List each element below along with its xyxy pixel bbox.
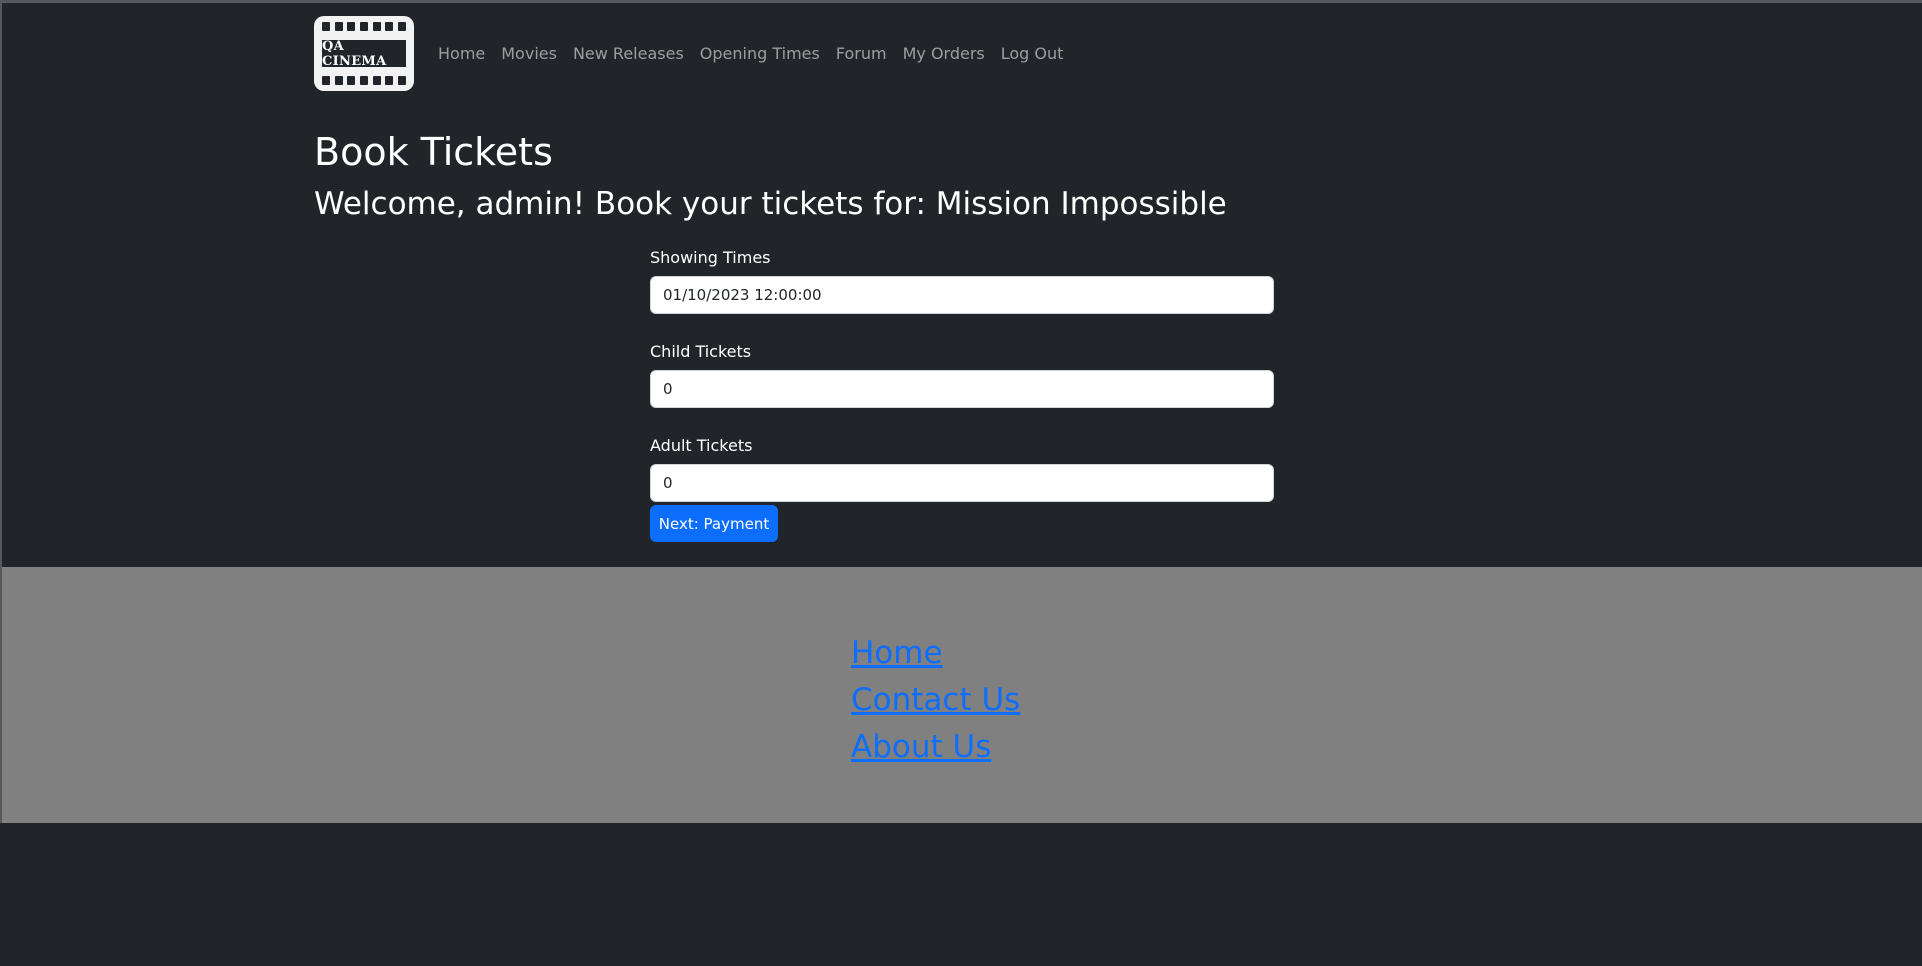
nav-home[interactable]: Home bbox=[430, 44, 493, 64]
footer-link-about-us[interactable]: About Us bbox=[851, 724, 1020, 771]
main-nav: Home Movies New Releases Opening Times F… bbox=[430, 44, 1071, 64]
page-subtitle: Welcome, admin! Book your tickets for: M… bbox=[314, 186, 1227, 222]
footer: Home Contact Us About Us bbox=[2, 567, 1922, 823]
showing-times-select[interactable]: 01/10/2023 12:00:00 bbox=[650, 276, 1274, 314]
film-strip-holes-top bbox=[322, 22, 406, 31]
adult-tickets-label: Adult Tickets bbox=[650, 436, 753, 455]
footer-link-contact-us[interactable]: Contact Us bbox=[851, 677, 1020, 724]
child-tickets-input[interactable]: 0 bbox=[650, 370, 1274, 408]
next-payment-button[interactable]: Next: Payment bbox=[650, 505, 778, 542]
qa-cinema-logo[interactable]: QA CINEMA bbox=[314, 16, 414, 91]
footer-links: Home Contact Us About Us bbox=[851, 630, 1020, 771]
logo-text: QA CINEMA bbox=[322, 39, 406, 69]
adult-tickets-input[interactable]: 0 bbox=[650, 464, 1274, 502]
child-tickets-label: Child Tickets bbox=[650, 342, 752, 361]
footer-link-home[interactable]: Home bbox=[851, 630, 1020, 677]
booking-form: Showing Times 01/10/2023 12:00:00 Child … bbox=[650, 248, 1274, 530]
nav-log-out[interactable]: Log Out bbox=[993, 44, 1072, 64]
nav-opening-times[interactable]: Opening Times bbox=[692, 44, 828, 64]
nav-movies[interactable]: Movies bbox=[493, 44, 565, 64]
window-top-border bbox=[0, 0, 1922, 3]
page-title: Book Tickets bbox=[314, 130, 553, 174]
nav-my-orders[interactable]: My Orders bbox=[895, 44, 993, 64]
nav-new-releases[interactable]: New Releases bbox=[565, 44, 692, 64]
film-strip-holes-bottom bbox=[322, 76, 406, 85]
nav-forum[interactable]: Forum bbox=[828, 44, 895, 64]
showing-times-label: Showing Times bbox=[650, 248, 771, 267]
